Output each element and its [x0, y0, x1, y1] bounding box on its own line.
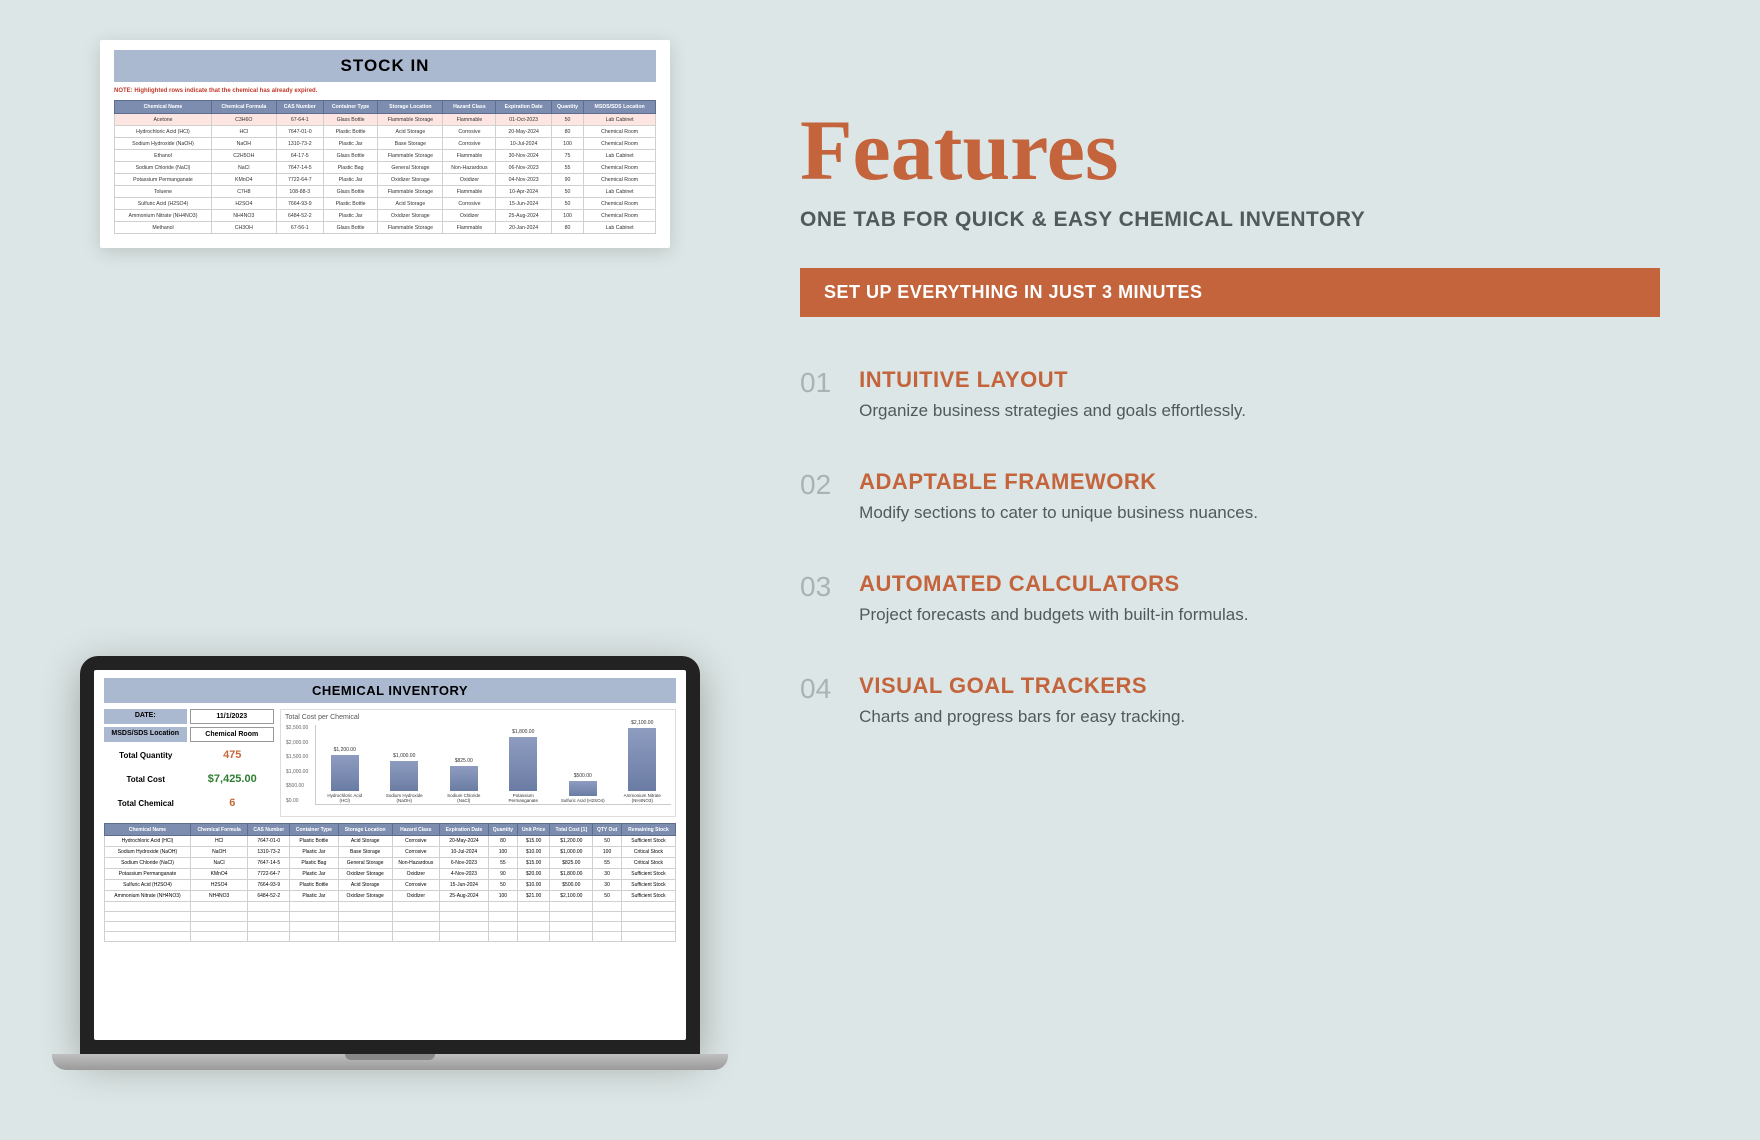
chart-bar: $1,800.00Potassium Permanganate: [501, 737, 547, 804]
setup-bar: SET UP EVERYTHING IN JUST 3 MINUTES: [800, 268, 1660, 317]
chart-bar: $500.00Sulfuric Acid (H2SO4): [560, 781, 606, 804]
stock-header: CAS Number: [276, 101, 323, 114]
features-title: Features: [800, 100, 1660, 200]
chart-bar: $2,100.00Ammonium Nitrate (NH4NO3): [620, 728, 666, 804]
feature-number: 03: [800, 571, 831, 625]
stock-header: MSDS/SDS Location: [584, 101, 656, 114]
inv-header: CAS Number: [248, 824, 290, 836]
inv-header: Storage Location: [338, 824, 392, 836]
table-row: Potassium PermanganateKMnO47722-64-7Plas…: [105, 869, 676, 880]
table-row: TolueneC7H8108-88-3Glass BottleFlammable…: [115, 186, 656, 198]
inv-header: Container Type: [290, 824, 338, 836]
feature-heading: INTUITIVE LAYOUT: [859, 367, 1246, 393]
inventory-stats-panel: DATE: 11/1/2023 MSDS/SDS Location Chemic…: [104, 709, 274, 817]
table-row: AcetoneC3H6O67-64-1Glass BottleFlammable…: [115, 114, 656, 126]
stock-header: Chemical Name: [115, 101, 212, 114]
table-row: Sodium Chloride (NaCl)NaCl7647-14-5Plast…: [115, 162, 656, 174]
stock-in-card: STOCK IN NOTE: Highlighted rows indicate…: [100, 40, 670, 248]
inventory-title: CHEMICAL INVENTORY: [104, 678, 676, 703]
stock-header: Storage Location: [378, 101, 443, 114]
stock-in-title: STOCK IN: [114, 50, 656, 82]
table-row: Sulfuric Acid (H2SO4)H2SO47664-93-9Plast…: [105, 880, 676, 891]
date-value: 11/1/2023: [190, 709, 275, 724]
inv-header: Chemical Name: [105, 824, 191, 836]
location-label: MSDS/SDS Location: [104, 727, 187, 742]
table-row: Sodium Hydroxide (NaOH)NaOH1310-73-2Plas…: [105, 847, 676, 858]
feature-heading: ADAPTABLE FRAMEWORK: [859, 469, 1258, 495]
feature-item: 04 VISUAL GOAL TRACKERS Charts and progres…: [800, 673, 1660, 727]
total-chem-label: Total Chemical: [104, 793, 188, 814]
table-row: [105, 922, 676, 932]
inv-header: Total Cost [1]: [550, 824, 593, 836]
features-subtitle: ONE TAB FOR QUICK & EASY CHEMICAL INVENT…: [800, 208, 1660, 232]
table-row: MethanolCH3OH67-56-1Glass BottleFlammabl…: [115, 222, 656, 234]
stock-header: Container Type: [323, 101, 377, 114]
table-row: [105, 912, 676, 922]
inv-header: Unit Price: [517, 824, 550, 836]
feature-item: 02 ADAPTABLE FRAMEWORK Modify sections to …: [800, 469, 1660, 523]
table-row: Sodium Hydroxide (NaOH)NaOH1310-73-2Plas…: [115, 138, 656, 150]
feature-number: 04: [800, 673, 831, 727]
stock-header: Hazard Class: [443, 101, 496, 114]
stock-note: NOTE: Highlighted rows indicate that the…: [114, 88, 656, 94]
feature-number: 02: [800, 469, 831, 523]
table-row: Hydrochloric Acid (HCl)HCl7647-01-0Plast…: [115, 126, 656, 138]
feature-item: 01 INTUITIVE LAYOUT Organize business stra…: [800, 367, 1660, 421]
date-label: DATE:: [104, 709, 187, 724]
stock-header: Chemical Formula: [211, 101, 276, 114]
table-row: EthanolC2H5OH64-17-5Glass BottleFlammabl…: [115, 150, 656, 162]
feature-desc: Charts and progress bars for easy tracki…: [859, 707, 1185, 727]
table-row: [105, 902, 676, 912]
feature-heading: AUTOMATED CALCULATORS: [859, 571, 1248, 597]
feature-item: 03 AUTOMATED CALCULATORS Project forecasts…: [800, 571, 1660, 625]
inv-header: Remaining Stock: [621, 824, 675, 836]
total-cost-label: Total Cost: [104, 769, 188, 790]
total-qty-value: 475: [191, 745, 275, 766]
stock-header: Expiration Date: [496, 101, 551, 114]
feature-desc: Project forecasts and budgets with built…: [859, 605, 1248, 625]
stock-in-table: Chemical NameChemical FormulaCAS NumberC…: [114, 100, 656, 234]
table-row: Sulfuric Acid (H2SO4)H2SO47664-93-9Plast…: [115, 198, 656, 210]
table-row: Potassium PermanganateKMnO47722-64-7Plas…: [115, 174, 656, 186]
table-row: Ammonium Nitrate (NH4NO3)NH4NO36484-52-2…: [115, 210, 656, 222]
location-value: Chemical Room: [190, 727, 275, 742]
table-row: Sodium Chloride (NaCl)NaCl7647-14-5Plast…: [105, 858, 676, 869]
inv-header: Chemical Formula: [190, 824, 247, 836]
chart-bar: $1,000.00Sodium Hydroxide (NaOH): [382, 761, 428, 804]
total-qty-label: Total Quantity: [104, 745, 188, 766]
inv-header: Expiration Date: [439, 824, 488, 836]
inventory-table: Chemical NameChemical FormulaCAS NumberC…: [104, 823, 676, 942]
table-row: [105, 932, 676, 942]
laptop-mockup: CHEMICAL INVENTORY DATE: 11/1/2023 MSDS/…: [80, 656, 700, 1070]
total-cost-value: $7,425.00: [191, 769, 275, 790]
chart-bar: $1,200.00Hydrochloric Acid (HCl): [322, 755, 368, 804]
feature-desc: Modify sections to cater to unique busin…: [859, 503, 1258, 523]
chart-bar: $825.00Sodium Chloride (NaCl): [441, 766, 487, 804]
laptop-base: [52, 1054, 728, 1070]
feature-desc: Organize business strategies and goals e…: [859, 401, 1246, 421]
feature-heading: VISUAL GOAL TRACKERS: [859, 673, 1185, 699]
feature-number: 01: [800, 367, 831, 421]
inv-header: Hazard Class: [392, 824, 439, 836]
table-row: Ammonium Nitrate (NH4NO3)NH4NO36484-52-2…: [105, 891, 676, 902]
total-chem-value: 6: [191, 793, 275, 814]
table-row: Hydrochloric Acid (HCl)HCl7647-01-0Plast…: [105, 836, 676, 847]
inventory-chart: Total Cost per Chemical $2,500.00$2,000.…: [280, 709, 676, 817]
inv-header: QTY Out: [593, 824, 622, 836]
inv-header: Quantity: [489, 824, 518, 836]
stock-header: Quantity: [551, 101, 583, 114]
chart-title: Total Cost per Chemical: [285, 714, 671, 721]
